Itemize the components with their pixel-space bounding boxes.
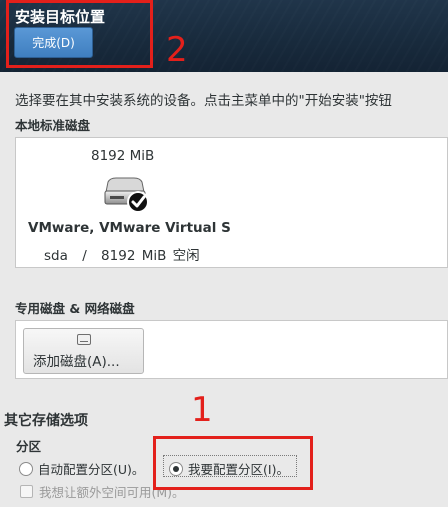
special-disks-panel: 添加磁盘(A)...: [15, 320, 448, 379]
checkbox-icon: [20, 485, 33, 498]
disk-separator: /: [82, 248, 87, 264]
selected-check-icon: [127, 191, 149, 213]
disk-add-icon: [77, 334, 91, 345]
intro-text: 选择要在其中安装系统的设备。点击主菜单中的"开始安装"按钮: [15, 93, 392, 109]
disk-card[interactable]: 8192 MiB VMware, VMware Virtual S sda /: [16, 138, 256, 268]
annotation-label-1: 1: [191, 390, 213, 430]
annotation-box-1: [153, 436, 313, 490]
add-disk-button[interactable]: 添加磁盘(A)...: [23, 328, 144, 374]
add-disk-label: 添加磁盘(A)...: [33, 354, 120, 370]
hard-disk-icon: [102, 176, 152, 218]
disk-name: VMware, VMware Virtual S: [28, 220, 231, 236]
annotation-box-2: [6, 0, 153, 68]
other-storage-title: 其它存储选项: [4, 413, 88, 429]
partitioning-label: 分区: [16, 439, 42, 454]
disk-device: sda: [44, 248, 68, 264]
disk-details: sda / 8192 MiB 空闲: [44, 244, 200, 264]
disk-size: 8192 MiB: [91, 148, 155, 164]
annotation-label-2: 2: [166, 30, 188, 70]
local-disks-label: 本地标准磁盘: [15, 118, 91, 133]
local-disks-panel: 8192 MiB VMware, VMware Virtual S sda /: [15, 137, 448, 268]
auto-partition-label: 自动配置分区(U)。: [38, 462, 145, 477]
radio-unselected-icon: [19, 461, 33, 476]
special-disks-label: 专用磁盘 & 网络磁盘: [15, 301, 135, 316]
auto-partition-radio[interactable]: 自动配置分区(U)。: [19, 459, 144, 478]
disk-free-space: 8192 MiB 空闲: [101, 248, 200, 264]
